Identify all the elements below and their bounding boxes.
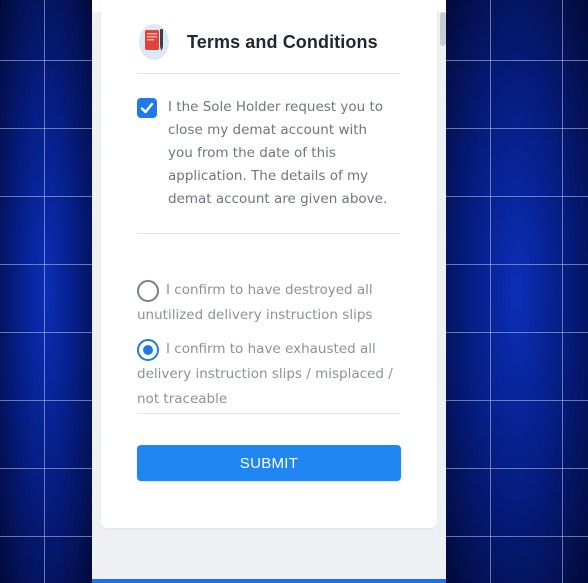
option-destroyed-label-cont: unutilized delivery instruction slips bbox=[137, 307, 373, 323]
radio-exhausted[interactable] bbox=[137, 338, 159, 361]
card-title: Terms and Conditions bbox=[187, 31, 378, 52]
slip-option-destroyed[interactable]: I confirm to have destroyed all unutiliz… bbox=[137, 278, 405, 328]
header-divider bbox=[137, 73, 400, 74]
declaration-row[interactable]: I the Sole Holder request you to close m… bbox=[137, 96, 407, 211]
section-divider bbox=[137, 233, 400, 234]
options-divider bbox=[137, 413, 400, 414]
slip-option-exhausted[interactable]: I confirm to have exhausted all delivery… bbox=[137, 337, 405, 412]
app-viewport: Terms and Conditions I the Sole Holder r… bbox=[92, 0, 446, 583]
card-header: Terms and Conditions bbox=[139, 22, 378, 62]
declaration-checkbox[interactable] bbox=[137, 98, 157, 118]
bottom-accent-bar bbox=[92, 579, 446, 583]
declaration-text: I the Sole Holder request you to close m… bbox=[168, 99, 388, 207]
checkmark-icon bbox=[140, 102, 154, 114]
option-exhausted-label-cont: delivery instruction slips / misplaced /… bbox=[137, 366, 393, 407]
scrollbar-thumb[interactable] bbox=[440, 12, 446, 46]
background-grid-right bbox=[446, 0, 588, 583]
document-pen-icon bbox=[139, 22, 173, 62]
radio-destroyed[interactable] bbox=[137, 279, 159, 302]
terms-card: Terms and Conditions I the Sole Holder r… bbox=[101, 0, 437, 528]
background-grid-left bbox=[0, 0, 92, 583]
option-destroyed-label: I confirm to have destroyed all bbox=[166, 282, 373, 298]
submit-button[interactable]: SUBMIT bbox=[137, 445, 401, 481]
option-exhausted-label: I confirm to have exhausted all bbox=[166, 341, 376, 357]
